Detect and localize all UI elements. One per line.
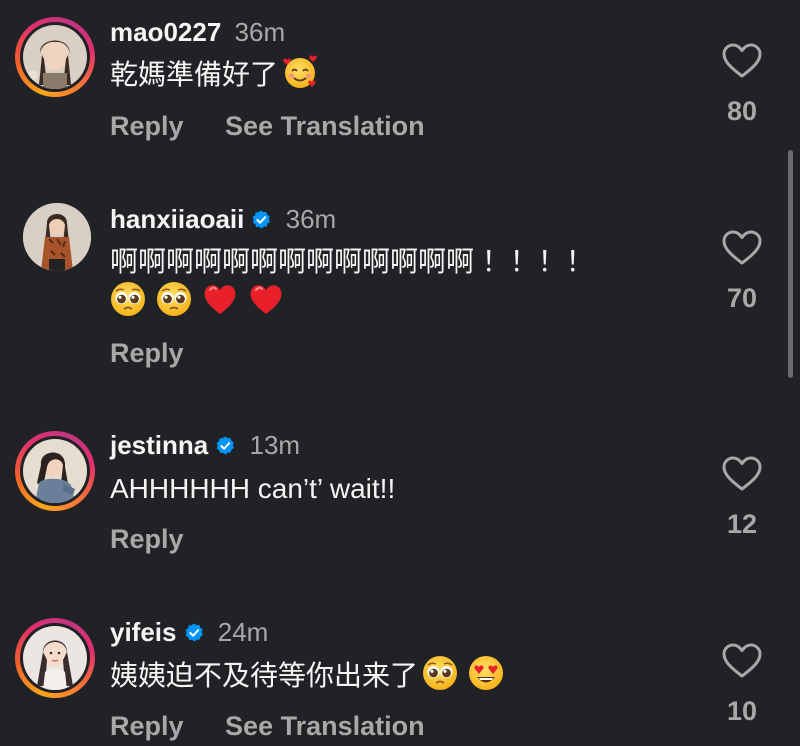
- like-heart-icon[interactable]: [722, 43, 762, 79]
- pleading-face-icon: [110, 281, 146, 317]
- timestamp: 13m: [249, 430, 301, 460]
- comment-actions: Reply See Translation: [110, 711, 459, 742]
- comment-actions: Reply: [110, 524, 218, 555]
- comment-actions: Reply: [110, 338, 218, 369]
- heart-eyes-icon: [468, 655, 504, 691]
- comment-header: yifeis 24m: [110, 617, 268, 647]
- timestamp: 24m: [217, 617, 269, 647]
- like-count: 12: [726, 509, 758, 539]
- like-count: 80: [726, 96, 758, 126]
- username[interactable]: yifeis: [110, 617, 177, 647]
- timestamp: 36m: [234, 17, 286, 47]
- avatar-border: [20, 22, 90, 92]
- avatar[interactable]: [23, 203, 91, 271]
- like-count: 10: [726, 696, 758, 726]
- red-heart-icon: [202, 281, 238, 317]
- comment-body: 姨姨迫不及待等你出来了: [110, 660, 419, 691]
- avatar[interactable]: [23, 626, 87, 690]
- red-heart-icon: [248, 281, 284, 317]
- comment-text: 啊啊啊啊啊啊啊啊啊啊啊啊啊 ！！！！: [110, 240, 594, 284]
- avatar-image-icon: [23, 626, 87, 690]
- comment-header: mao0227 36m: [110, 17, 285, 47]
- story-ring[interactable]: [15, 618, 95, 698]
- comment-header: jestinna 13m: [110, 430, 300, 460]
- comment-header: hanxiiaoaii 36m: [110, 204, 336, 234]
- see-translation-button[interactable]: See Translation: [225, 111, 425, 141]
- avatar-border: [20, 623, 90, 693]
- username[interactable]: jestinna: [110, 430, 208, 460]
- verified-badge-icon: [183, 622, 205, 644]
- username[interactable]: mao0227: [110, 17, 221, 47]
- username[interactable]: hanxiiaoaii: [110, 204, 244, 234]
- smiling-face-with-hearts-icon: [282, 54, 318, 90]
- timestamp: 36m: [285, 204, 337, 234]
- avatar-image-icon: [23, 25, 87, 89]
- comment-text: 姨姨迫不及待等你出来了: [110, 654, 514, 698]
- comment-text: 乾媽準備好了: [110, 53, 328, 97]
- pleading-face-icon: [156, 281, 192, 317]
- reply-button[interactable]: Reply: [110, 111, 184, 141]
- comment-body: 乾媽準備好了: [110, 59, 279, 90]
- avatar-image-icon: [23, 203, 91, 271]
- avatar-border: [20, 436, 90, 506]
- avatar-image-icon: [23, 439, 87, 503]
- like-heart-icon[interactable]: [722, 643, 762, 679]
- reply-button[interactable]: Reply: [110, 524, 184, 554]
- verified-badge-icon: [250, 209, 272, 231]
- like-heart-icon[interactable]: [722, 230, 762, 266]
- comment-actions: Reply See Translation: [110, 111, 459, 142]
- verified-badge-icon: [214, 435, 236, 457]
- scrollbar[interactable]: [788, 150, 793, 378]
- like-count: 70: [726, 283, 758, 313]
- comment-body: AHHHHHH can’t’ wait!!: [110, 473, 396, 504]
- pleading-face-icon: [422, 655, 458, 691]
- comment-emoji-line: [110, 280, 294, 324]
- reply-button[interactable]: Reply: [110, 711, 184, 741]
- like-heart-icon[interactable]: [722, 456, 762, 492]
- see-translation-button[interactable]: See Translation: [225, 711, 425, 741]
- story-ring[interactable]: [15, 17, 95, 97]
- story-ring[interactable]: [15, 431, 95, 511]
- comment-text: AHHHHHH can’t’ wait!!: [110, 467, 395, 511]
- avatar[interactable]: [23, 25, 87, 89]
- reply-button[interactable]: Reply: [110, 338, 184, 368]
- avatar[interactable]: [23, 439, 87, 503]
- comment-body: 啊啊啊啊啊啊啊啊啊啊啊啊啊 ！！！！: [110, 246, 594, 277]
